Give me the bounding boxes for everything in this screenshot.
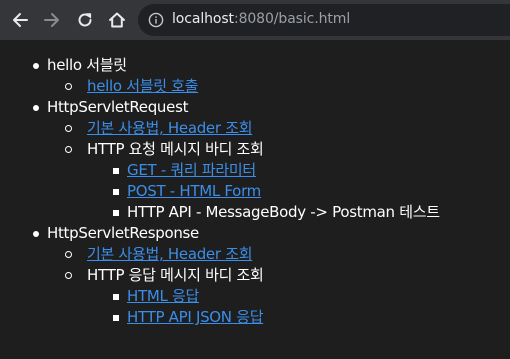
link-http-api-json-response[interactable]: HTTP API JSON 응답: [127, 308, 264, 326]
disc-bullet: [33, 63, 39, 69]
list-item: HTTP API JSON 응답: [127, 307, 264, 328]
circle-bullet: [65, 125, 72, 132]
link-post-html-form[interactable]: POST - HTML Form: [127, 182, 261, 200]
section-http-servlet-request: HttpServletRequest: [47, 98, 189, 116]
disc-bullet: [33, 105, 39, 111]
browser-toolbar: localhost:8080/basic.html: [0, 0, 510, 40]
url-path: :8080/basic.html: [233, 11, 351, 27]
list-item: 기본 사용법, Header 조회: [87, 118, 253, 139]
disc-bullet: [33, 231, 39, 237]
circle-bullet: [65, 251, 72, 258]
list-item: POST - HTML Form: [127, 181, 261, 202]
arrow-left-icon: [13, 13, 28, 27]
arrow-right-icon: [44, 13, 59, 27]
back-button[interactable]: [6, 6, 34, 34]
square-bullet: [113, 168, 119, 174]
link-html-response[interactable]: HTML 응답: [127, 287, 199, 305]
list-item: 기본 사용법, Header 조회: [87, 244, 253, 265]
circle-bullet: [65, 272, 72, 279]
list-item: HTML 응답: [127, 286, 199, 307]
link-hello-servlet-call[interactable]: hello 서블릿 호출: [87, 77, 198, 95]
info-icon[interactable]: [148, 12, 164, 28]
home-button[interactable]: [103, 6, 131, 34]
square-bullet: [113, 294, 119, 300]
url-text[interactable]: localhost:8080/basic.html: [172, 11, 350, 27]
url-host: localhost: [172, 11, 234, 27]
reload-button[interactable]: [71, 6, 99, 34]
list-item-response-body: HTTP 응답 메시지 바디 조회: [87, 266, 264, 284]
home-icon: [109, 12, 125, 28]
circle-bullet: [65, 146, 72, 153]
list-item: GET - 쿼리 파라미터: [127, 160, 256, 181]
list-item: hello 서블릿 호출: [87, 76, 198, 97]
square-bullet: [113, 315, 119, 321]
section-hello-servlet: hello 서블릿: [47, 56, 127, 74]
square-bullet: [113, 210, 119, 216]
address-bar[interactable]: localhost:8080/basic.html: [138, 4, 510, 36]
reload-icon: [78, 13, 92, 27]
link-request-header[interactable]: 기본 사용법, Header 조회: [87, 119, 253, 137]
list-item-http-api-postman: HTTP API - MessageBody -> Postman 테스트: [127, 203, 440, 221]
section-http-servlet-response: HttpServletResponse: [47, 224, 199, 242]
square-bullet: [113, 189, 119, 195]
list-item-request-body: HTTP 요청 메시지 바디 조회: [87, 140, 264, 158]
page-content: hello 서블릿 hello 서블릿 호출 HttpServletReques…: [0, 40, 510, 359]
forward-button[interactable]: [38, 6, 66, 34]
link-get-query-param[interactable]: GET - 쿼리 파라미터: [127, 161, 256, 179]
circle-bullet: [65, 83, 72, 90]
link-response-header[interactable]: 기본 사용법, Header 조회: [87, 245, 253, 263]
